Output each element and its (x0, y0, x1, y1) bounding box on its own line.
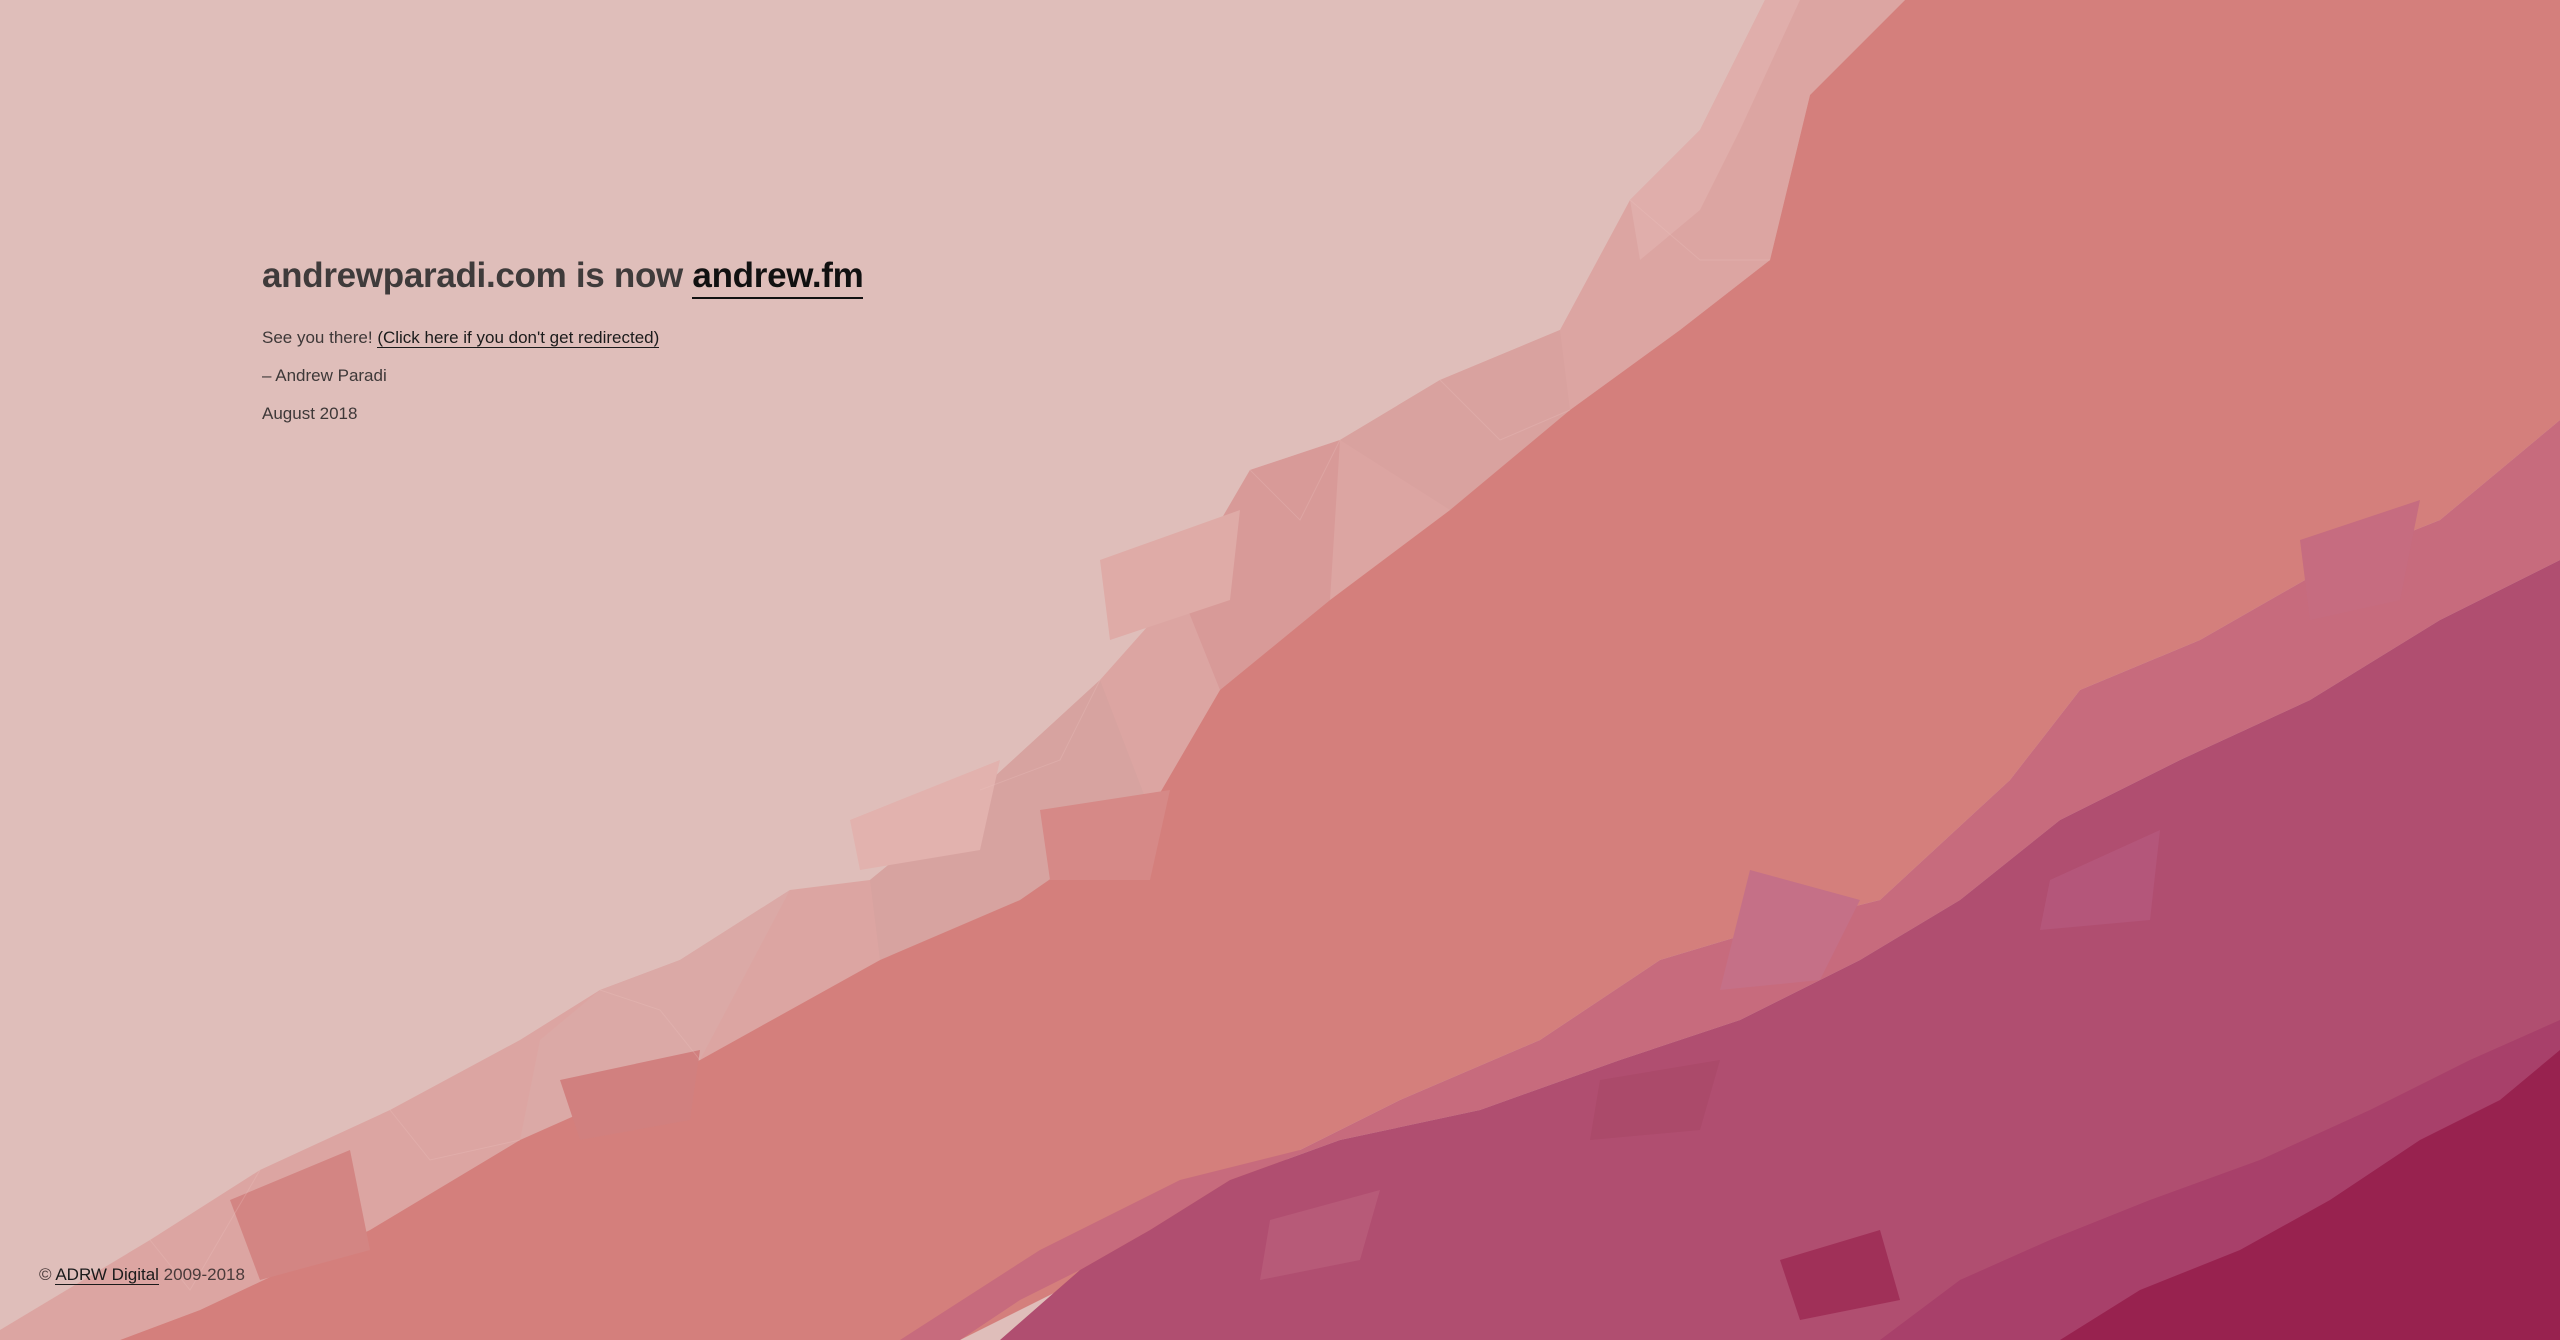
page: andrewparadi.com is now andrew.fm See yo… (0, 0, 2560, 1340)
footer: © ADRW Digital 2009-2018 (39, 1265, 245, 1285)
main-content: andrewparadi.com is now andrew.fm See yo… (262, 250, 864, 442)
copyright-icon: © (39, 1265, 52, 1284)
page-title: andrewparadi.com is now andrew.fm (262, 250, 864, 302)
signature: – Andrew Paradi (262, 366, 387, 385)
new-domain-link[interactable]: andrew.fm (692, 256, 864, 299)
company-link[interactable]: ADRW Digital (55, 1265, 159, 1285)
redirect-message: See you there! (Click here if you don't … (262, 328, 863, 348)
headline-prefix: andrewparadi.com is now (262, 256, 683, 295)
redirect-link[interactable]: (Click here if you don't get redirected) (377, 328, 660, 348)
low-poly-background (0, 0, 2560, 1340)
message-text: See you there! (262, 328, 373, 347)
date-text: August 2018 (262, 404, 358, 423)
copyright-years: 2009-2018 (163, 1265, 245, 1284)
